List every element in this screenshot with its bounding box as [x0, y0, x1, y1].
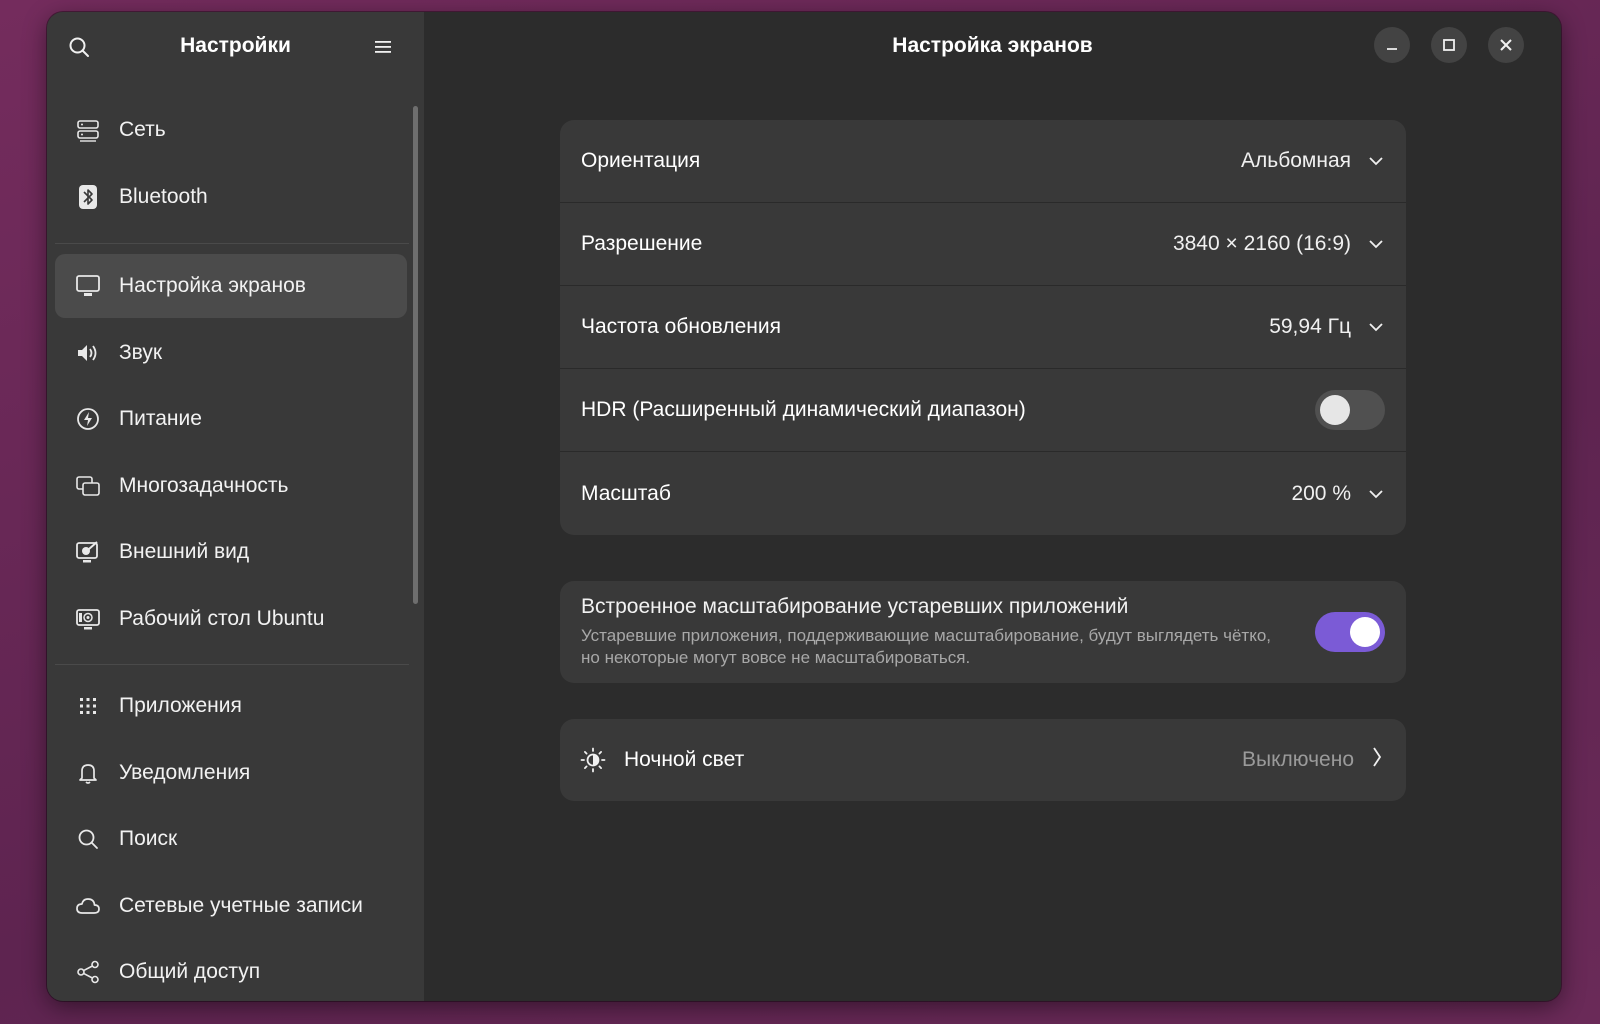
- resolution-value: 3840 × 2160 (16:9): [1172, 232, 1351, 255]
- legacy-scaling-row: Встроенное масштабирование устаревших пр…: [560, 581, 1406, 683]
- sidebar-item-label: Звук: [119, 341, 163, 364]
- chevron-down-icon: [1367, 318, 1385, 336]
- orientation-value: Альбомная: [1241, 149, 1351, 172]
- maximize-button[interactable]: [1431, 27, 1467, 63]
- night-light-left: Ночной свет: [580, 747, 744, 773]
- sidebar-item-label: Внешний вид: [119, 540, 250, 563]
- sidebar-item-network[interactable]: Сеть: [55, 98, 407, 162]
- scale-dropdown[interactable]: 200 %: [1291, 482, 1385, 506]
- multitasking-icon: [75, 473, 101, 499]
- resolution-row[interactable]: Разрешение 3840 × 2160 (16:9): [560, 203, 1406, 286]
- search-icon: [75, 826, 101, 852]
- resolution-dropdown[interactable]: 3840 × 2160 (16:9): [1173, 232, 1385, 256]
- sidebar-item-label: Питание: [119, 407, 202, 430]
- ubuntu-desktop-icon: [75, 606, 101, 632]
- toggle-knob: [1320, 395, 1350, 425]
- sidebar-item-appearance[interactable]: Внешний вид: [55, 520, 407, 584]
- legacy-scaling-toggle[interactable]: [1315, 612, 1385, 652]
- close-icon: [1500, 39, 1512, 51]
- sidebar-item-apps[interactable]: Приложения: [55, 674, 407, 738]
- main-content: Настройка экранов Ориентация Альбомная Р…: [424, 12, 1561, 1001]
- legacy-scaling-text: Встроенное масштабирование устаревших пр…: [581, 595, 1291, 669]
- close-button[interactable]: [1488, 27, 1524, 63]
- minimize-button[interactable]: [1374, 27, 1410, 63]
- apps-grid-icon: [75, 693, 101, 719]
- refresh-rate-row[interactable]: Частота обновления 59,94 Гц: [560, 286, 1406, 369]
- night-light-icon: [580, 747, 606, 773]
- sidebar-item-label: Приложения: [119, 694, 242, 717]
- sidebar-item-online-accounts[interactable]: Сетевые учетные записи: [55, 874, 407, 938]
- minimize-icon: [1387, 48, 1397, 50]
- scale-row[interactable]: Масштаб 200 %: [560, 452, 1406, 535]
- sidebar-item-multitasking[interactable]: Многозадачность: [55, 454, 407, 518]
- sidebar-header: Настройки: [47, 12, 424, 80]
- orientation-dropdown[interactable]: Альбомная: [1241, 149, 1385, 173]
- scale-value: 200 %: [1291, 481, 1351, 505]
- refresh-rate-dropdown[interactable]: 59,94 Гц: [1269, 315, 1385, 339]
- sidebar-item-label: Сетевые учетные записи: [119, 894, 363, 917]
- sidebar: Настройки Сеть Bluetooth Настройка экран…: [47, 12, 424, 1001]
- sidebar-item-label: Поиск: [119, 827, 178, 850]
- night-light-value: Выключено: [1242, 748, 1354, 771]
- chevron-right-icon: [1372, 746, 1382, 774]
- orientation-row[interactable]: Ориентация Альбомная: [560, 120, 1406, 203]
- chevron-down-icon: [1367, 152, 1385, 170]
- night-light-status: Выключено: [1242, 746, 1382, 774]
- refresh-rate-value: 59,94 Гц: [1269, 315, 1351, 338]
- sidebar-item-search[interactable]: Поиск: [55, 807, 407, 871]
- night-light-card[interactable]: Ночной свет Выключено: [560, 719, 1406, 801]
- sidebar-scrollbar[interactable]: [413, 106, 418, 604]
- sidebar-item-displays[interactable]: Настройка экранов: [55, 254, 407, 318]
- orientation-label: Ориентация: [581, 149, 701, 172]
- hamburger-menu-icon: [375, 41, 391, 53]
- hdr-row: HDR (Расширенный динамический диапазон): [560, 369, 1406, 452]
- sidebar-item-label: Bluetooth: [119, 185, 208, 208]
- sidebar-item-label: Настройка экранов: [119, 274, 306, 297]
- settings-window: Настройки Сеть Bluetooth Настройка экран…: [47, 12, 1561, 1001]
- sidebar-item-label: Рабочий стол Ubuntu: [119, 607, 325, 630]
- appearance-icon: [75, 539, 101, 565]
- power-icon: [75, 406, 101, 432]
- toggle-knob: [1350, 617, 1380, 647]
- night-light-label: Ночной свет: [624, 748, 745, 771]
- sidebar-item-label: Многозадачность: [119, 474, 289, 497]
- scale-label: Масштаб: [581, 481, 671, 505]
- bell-icon: [75, 760, 101, 786]
- sidebar-nav: Сеть Bluetooth Настройка экранов Звук Пи…: [47, 80, 424, 1001]
- sidebar-divider: [55, 243, 409, 244]
- display-settings-card: Ориентация Альбомная Разрешение 3840 × 2…: [560, 120, 1406, 535]
- display-icon: [75, 273, 101, 299]
- legacy-scaling-description: Устаревшие приложения, поддерживающие ма…: [581, 626, 1272, 667]
- speaker-icon: [75, 340, 101, 366]
- sidebar-item-label: Общий доступ: [119, 960, 261, 983]
- chevron-down-icon: [1367, 235, 1385, 253]
- sidebar-divider: [55, 664, 409, 665]
- sidebar-item-power[interactable]: Питание: [55, 387, 407, 451]
- cloud-icon: [75, 893, 101, 919]
- legacy-scaling-title: Встроенное масштабирование устаревших пр…: [581, 595, 1129, 618]
- network-icon: [75, 117, 101, 143]
- sidebar-item-label: Сеть: [119, 118, 166, 141]
- chevron-down-icon: [1367, 485, 1385, 503]
- sidebar-item-sound[interactable]: Звук: [55, 321, 407, 385]
- share-icon: [75, 959, 101, 985]
- sidebar-item-label: Уведомления: [119, 761, 251, 784]
- hdr-label: HDR (Расширенный динамический диапазон): [581, 398, 1026, 421]
- maximize-icon: [1443, 39, 1455, 51]
- hdr-toggle[interactable]: [1315, 390, 1385, 430]
- bluetooth-icon: [75, 184, 101, 210]
- menu-button[interactable]: [366, 30, 400, 64]
- legacy-scaling-card: Встроенное масштабирование устаревших пр…: [560, 581, 1406, 683]
- refresh-rate-label: Частота обновления: [581, 315, 781, 338]
- sidebar-item-sharing[interactable]: Общий доступ: [55, 940, 407, 1001]
- sidebar-item-bluetooth[interactable]: Bluetooth: [55, 165, 407, 229]
- resolution-label: Разрешение: [581, 232, 703, 255]
- night-light-row[interactable]: Ночной свет Выключено: [560, 719, 1406, 801]
- sidebar-item-notifications[interactable]: Уведомления: [55, 741, 407, 805]
- sidebar-item-ubuntu-desktop[interactable]: Рабочий стол Ubuntu: [55, 587, 407, 651]
